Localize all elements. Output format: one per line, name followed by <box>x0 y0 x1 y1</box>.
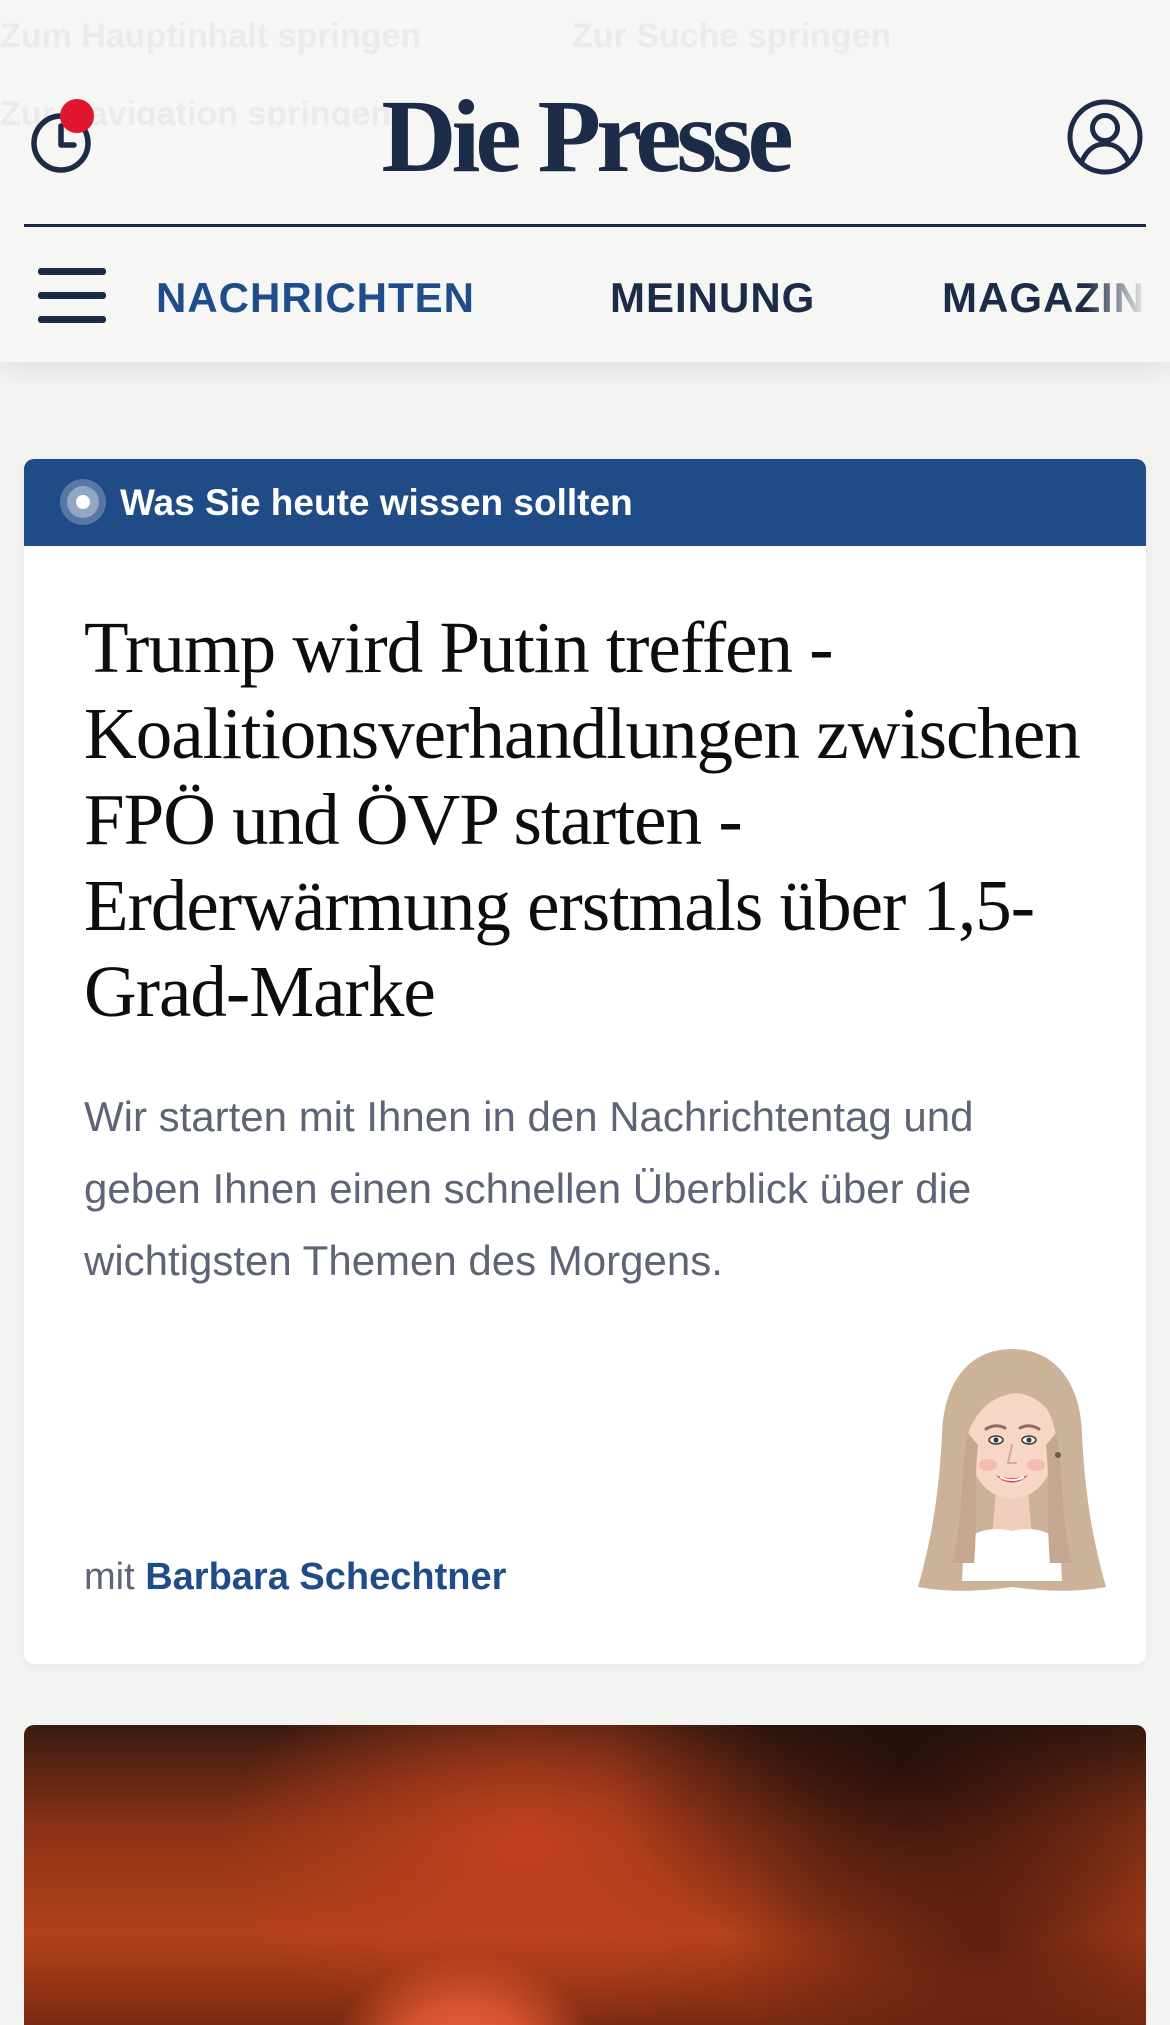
briefing-lead-text: Wir starten mit Ihnen in den Nachrichten… <box>84 1093 974 1284</box>
header-divider <box>24 224 1146 227</box>
menu-bar <box>38 292 106 299</box>
main-navigation: NACHRICHTEN MEINUNG MAGAZIN <box>0 262 1170 334</box>
author-portrait <box>912 1341 1112 1601</box>
briefing-label-band: Was Sie heute wissen sollten <box>24 459 1146 546</box>
menu-bar <box>38 268 106 275</box>
briefing-headline[interactable]: Trump wird Putin treffen - Koalitionsver… <box>84 605 1094 1035</box>
skip-link-main[interactable]: Zum Hauptinhalt springen <box>0 6 421 66</box>
briefing-card[interactable]: Was Sie heute wissen sollten Trump wird … <box>24 459 1146 1664</box>
author-name[interactable]: Barbara Schechtner <box>145 1556 506 1598</box>
user-account-icon <box>1067 99 1143 175</box>
article-lead-image[interactable] <box>24 1725 1146 2025</box>
site-header: Zum Hauptinhalt springen Zur Suche sprin… <box>0 0 1170 362</box>
byline-prefix: mit <box>84 1556 135 1598</box>
account-button[interactable] <box>1066 98 1144 176</box>
nav-item-meinung[interactable]: MEINUNG <box>610 262 815 334</box>
nav-scroll-fade <box>1086 262 1170 334</box>
briefing-label: Was Sie heute wissen sollten <box>120 482 633 523</box>
hamburger-menu-icon[interactable] <box>38 268 106 324</box>
site-logo[interactable]: Die Presse <box>0 72 1170 202</box>
skip-link-search[interactable]: Zur Suche springen <box>572 6 891 66</box>
author-byline: mit Barbara Schechtner <box>84 1552 506 1602</box>
live-dot-icon <box>60 479 106 525</box>
menu-bar <box>38 316 106 323</box>
nav-item-nachrichten[interactable]: NACHRICHTEN <box>156 262 475 334</box>
